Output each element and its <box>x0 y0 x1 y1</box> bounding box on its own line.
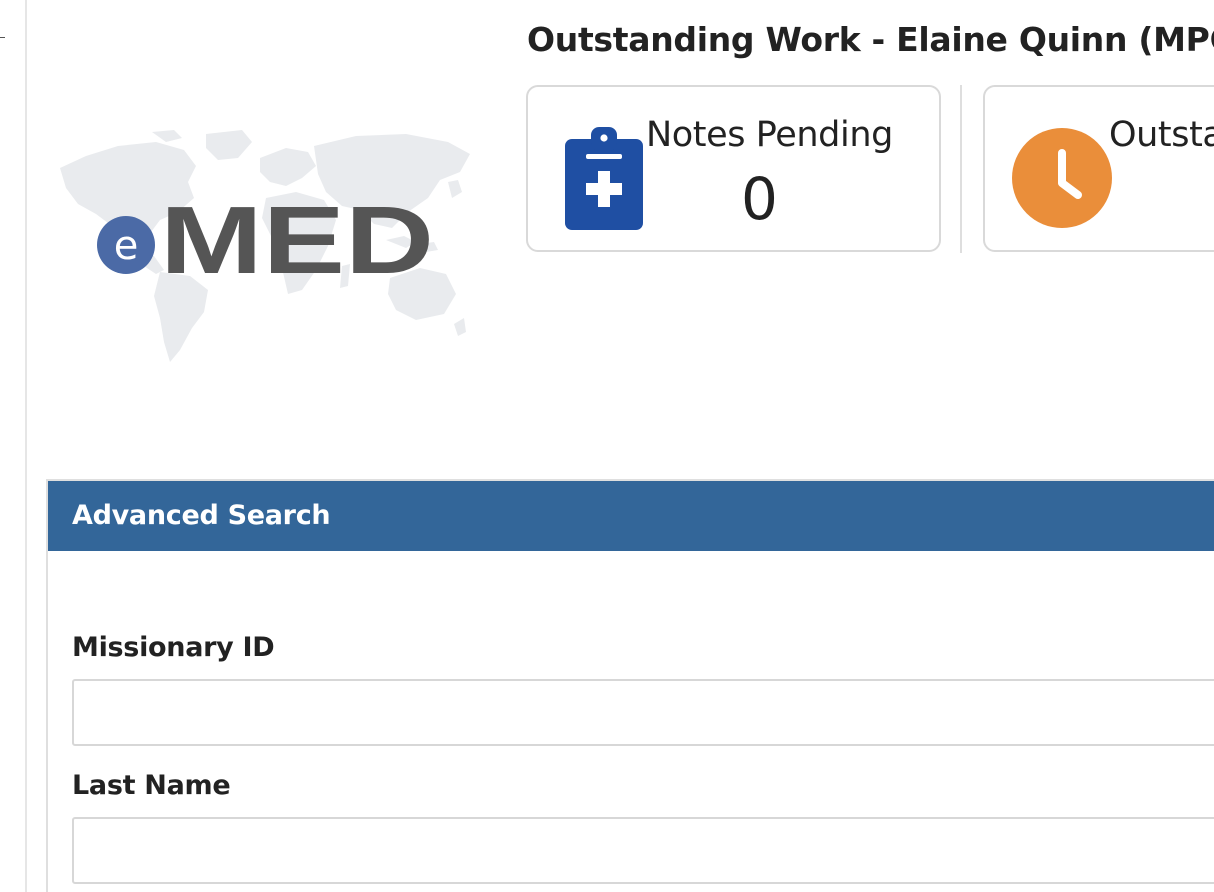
logo-e-letter: e <box>114 223 139 269</box>
card-divider <box>960 85 962 253</box>
sidebar-tick-mark <box>0 37 5 38</box>
clipboard-plus-icon <box>565 125 643 235</box>
last-name-label: Last Name <box>72 770 231 801</box>
outstanding-card[interactable]: Outsta <box>983 85 1214 252</box>
last-name-input[interactable] <box>72 817 1214 884</box>
missionary-id-label: Missionary ID <box>72 632 275 663</box>
logo-med-text: MED <box>160 187 434 294</box>
advanced-search-panel: Advanced Search Missionary ID Last Name <box>46 479 1214 892</box>
clock-icon <box>1011 127 1113 234</box>
outstanding-label: Outsta <box>1109 115 1214 155</box>
advanced-search-header: Advanced Search <box>48 481 1214 551</box>
emed-logo: e MED <box>56 128 476 366</box>
page: e MED Outstanding Work - Elaine Quinn (M… <box>0 0 1214 892</box>
outstanding-work-title: Outstanding Work - Elaine Quinn (MPC) <box>527 20 1214 59</box>
notes-pending-label: Notes Pending <box>646 115 893 155</box>
missionary-id-input[interactable] <box>72 679 1214 746</box>
left-sidebar-edge <box>0 0 27 892</box>
notes-pending-count: 0 <box>741 165 778 233</box>
advanced-search-title: Advanced Search <box>72 500 331 531</box>
notes-pending-card[interactable]: Notes Pending 0 <box>526 85 941 252</box>
world-map-logo-graphic: e MED <box>60 130 470 362</box>
